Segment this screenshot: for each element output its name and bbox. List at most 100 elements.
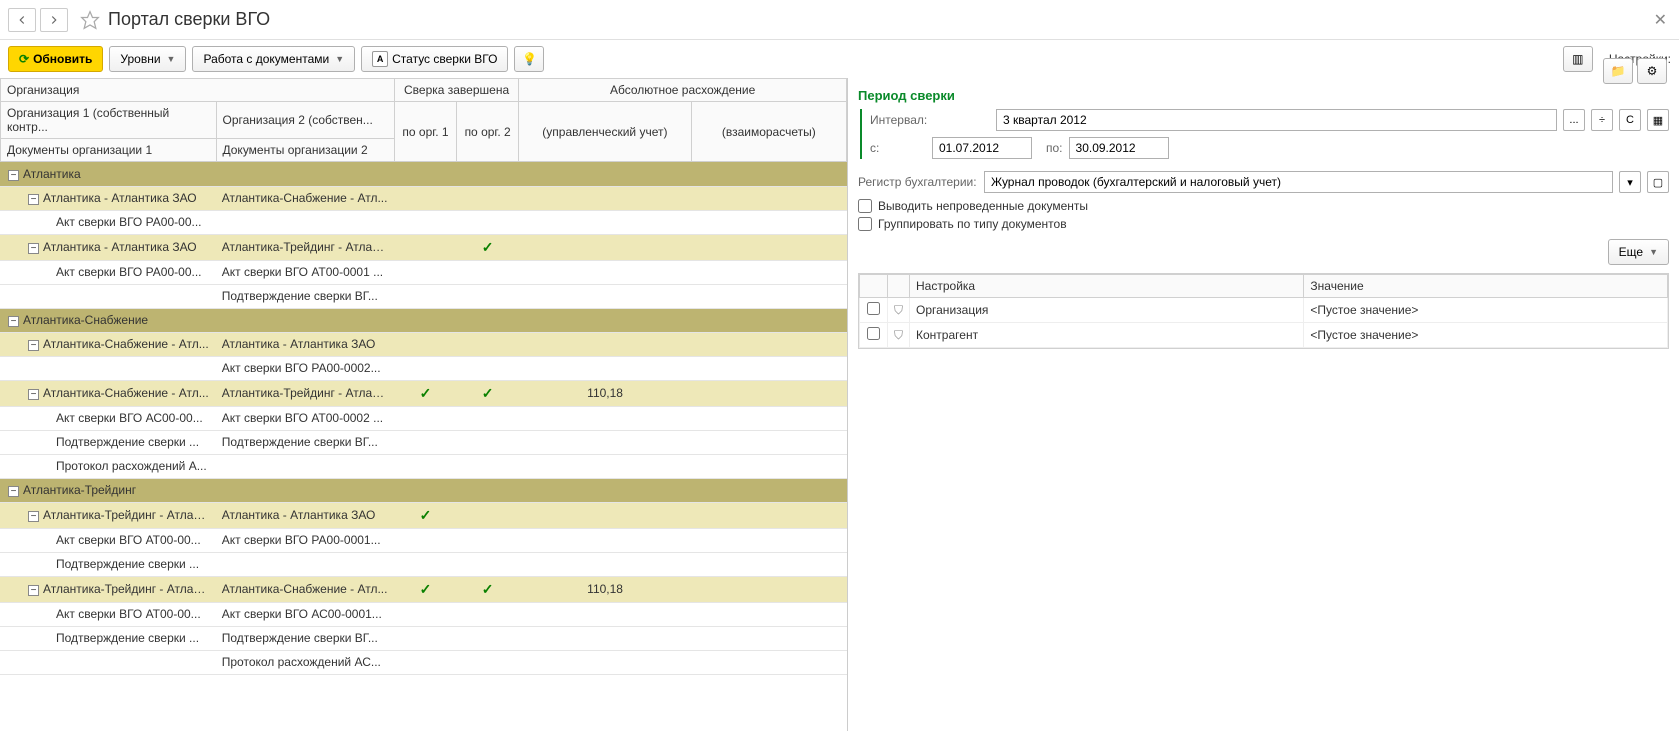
- row-checkbox[interactable]: [867, 302, 880, 315]
- table-row[interactable]: −Атлантика-Снабжение - Атл...Атлантика -…: [0, 332, 847, 356]
- table-row[interactable]: Акт сверки ВГО РА00-0002...: [0, 356, 847, 380]
- refresh-label: Обновить: [33, 52, 92, 66]
- expander-icon[interactable]: −: [28, 511, 39, 522]
- header-docs-org2[interactable]: Документы организации 2: [216, 139, 394, 162]
- expander-icon[interactable]: −: [28, 194, 39, 205]
- expander-icon[interactable]: −: [28, 585, 39, 596]
- group-by-type-checkbox[interactable]: [858, 217, 872, 231]
- date-to-input[interactable]: [1069, 137, 1169, 159]
- levels-button[interactable]: Уровни ▼: [109, 46, 186, 72]
- panel-icon: ▥: [1572, 52, 1583, 66]
- favorite-star-icon[interactable]: [80, 10, 100, 30]
- check-icon: ✓: [482, 239, 494, 255]
- check-icon: ✓: [420, 385, 432, 401]
- check-icon: ✓: [420, 507, 432, 523]
- table-row[interactable]: Подтверждение сверки ...Подтверждение св…: [0, 430, 847, 454]
- date-from-input[interactable]: [932, 137, 1032, 159]
- interval-input[interactable]: [996, 109, 1557, 131]
- gear-folder-icon: 📁: [1611, 64, 1626, 78]
- interval-more-button[interactable]: ...: [1563, 109, 1585, 131]
- levels-label: Уровни: [120, 52, 160, 66]
- from-label: с:: [870, 141, 926, 155]
- table-row[interactable]: −Атлантика-Снабжение - Атл...Атлантика-Т…: [0, 380, 847, 406]
- filter-icon: ⛉: [894, 328, 903, 342]
- nav-forward-button[interactable]: [40, 8, 68, 32]
- status-icon: A: [372, 51, 388, 67]
- interval-label: Интервал:: [870, 113, 990, 127]
- group-by-type-label: Группировать по типу документов: [878, 217, 1067, 231]
- table-row[interactable]: −Атлантика - Атлантика ЗАОАтлантика-Трей…: [0, 234, 847, 260]
- documents-button[interactable]: Работа с документами ▼: [192, 46, 355, 72]
- chevron-down-icon: ▼: [1649, 247, 1658, 257]
- table-row[interactable]: Протокол расхождений АС...: [0, 650, 847, 674]
- row-checkbox[interactable]: [867, 327, 880, 340]
- settings-config-button[interactable]: ⚙: [1637, 58, 1667, 84]
- check-icon: ✓: [420, 581, 432, 597]
- table-row[interactable]: Протокол расхождений А...: [0, 454, 847, 478]
- register-open-button[interactable]: ▢: [1647, 171, 1669, 193]
- interval-clear-button[interactable]: C: [1619, 109, 1641, 131]
- nav-back-button[interactable]: [8, 8, 36, 32]
- register-input[interactable]: [984, 171, 1613, 193]
- expander-icon[interactable]: −: [28, 243, 39, 254]
- header-docs-org1[interactable]: Документы организации 1: [1, 139, 217, 162]
- status-button[interactable]: A Статус сверки ВГО: [361, 46, 508, 72]
- header-by-org1[interactable]: по орг. 1: [394, 102, 456, 162]
- settings-header-name[interactable]: Настройка: [910, 275, 1304, 298]
- settings-gear-button[interactable]: 📁: [1603, 58, 1633, 84]
- chevron-down-icon: ▼: [335, 54, 344, 64]
- header-org1[interactable]: Организация 1 (собственный контр...: [1, 102, 217, 139]
- header-vzr[interactable]: (взаиморасчеты): [691, 102, 846, 162]
- grid-body[interactable]: −Атлантика−Атлантика - Атлантика ЗАОАтла…: [0, 162, 847, 731]
- table-row[interactable]: Акт сверки ВГО РА00-00...Акт сверки ВГО …: [0, 260, 847, 284]
- expander-icon[interactable]: −: [8, 170, 19, 181]
- table-row[interactable]: −Атлантика-Трейдинг - Атлант...Атлантика…: [0, 576, 847, 602]
- refresh-button[interactable]: ⟳ Обновить: [8, 46, 103, 72]
- settings-row[interactable]: ⛉Организация<Пустое значение>: [860, 298, 1668, 323]
- header-org2[interactable]: Организация 2 (собствен...: [216, 102, 394, 139]
- chevron-down-icon: ▼: [167, 54, 176, 64]
- check-icon: ✓: [482, 581, 494, 597]
- close-icon[interactable]: ✕: [1650, 6, 1671, 34]
- register-dropdown-button[interactable]: ▾: [1619, 171, 1641, 193]
- period-section-title: Период сверки: [858, 88, 1669, 103]
- interval-spinner-button[interactable]: ÷: [1591, 109, 1613, 131]
- settings-header-icon[interactable]: [888, 275, 910, 298]
- hint-button[interactable]: 💡: [514, 46, 544, 72]
- unposted-label: Выводить непроведенные документы: [878, 199, 1088, 213]
- settings-header-value[interactable]: Значение: [1304, 275, 1668, 298]
- table-row[interactable]: Подтверждение сверки ВГ...: [0, 284, 847, 308]
- settings-header-check[interactable]: [860, 275, 888, 298]
- expander-icon[interactable]: −: [8, 316, 19, 327]
- panel-toggle-button[interactable]: ▥: [1563, 46, 1593, 72]
- register-label: Регистр бухгалтерии:: [858, 175, 978, 189]
- table-row[interactable]: Акт сверки ВГО АТ00-00...Акт сверки ВГО …: [0, 602, 847, 626]
- table-row[interactable]: −Атлантика-Снабжение: [0, 308, 847, 332]
- table-row[interactable]: Подтверждение сверки ...: [0, 552, 847, 576]
- table-row[interactable]: −Атлантика - Атлантика ЗАОАтлантика-Снаб…: [0, 186, 847, 210]
- table-row[interactable]: −Атлантика-Трейдинг: [0, 478, 847, 502]
- settings-row[interactable]: ⛉Контрагент<Пустое значение>: [860, 323, 1668, 348]
- settings-grid: Настройка Значение ⛉Организация<Пустое з…: [858, 273, 1669, 349]
- status-label: Статус сверки ВГО: [392, 52, 497, 66]
- unposted-checkbox[interactable]: [858, 199, 872, 213]
- table-row[interactable]: Акт сверки ВГО АТ00-00...Акт сверки ВГО …: [0, 528, 847, 552]
- expander-icon[interactable]: −: [8, 486, 19, 497]
- more-button[interactable]: Еще ▼: [1608, 239, 1669, 265]
- interval-calendar-button[interactable]: ▦: [1647, 109, 1669, 131]
- table-row[interactable]: Подтверждение сверки ...Подтверждение св…: [0, 626, 847, 650]
- header-abs-diff[interactable]: Абсолютное расхождение: [519, 79, 847, 102]
- table-row[interactable]: Акт сверки ВГО АС00-00...Акт сверки ВГО …: [0, 406, 847, 430]
- table-row[interactable]: Акт сверки ВГО РА00-00...: [0, 210, 847, 234]
- header-org[interactable]: Организация: [1, 79, 395, 102]
- header-reconc[interactable]: Сверка завершена: [394, 79, 518, 102]
- refresh-icon: ⟳: [19, 52, 29, 66]
- more-label: Еще: [1619, 245, 1643, 259]
- expander-icon[interactable]: −: [28, 340, 39, 351]
- table-row[interactable]: −Атлантика-Трейдинг - Атлант...Атлантика…: [0, 502, 847, 528]
- header-upr[interactable]: (управленческий учет): [519, 102, 691, 162]
- filter-icon: ⛉: [894, 303, 903, 317]
- table-row[interactable]: −Атлантика: [0, 162, 847, 186]
- expander-icon[interactable]: −: [28, 389, 39, 400]
- header-by-org2[interactable]: по орг. 2: [457, 102, 519, 162]
